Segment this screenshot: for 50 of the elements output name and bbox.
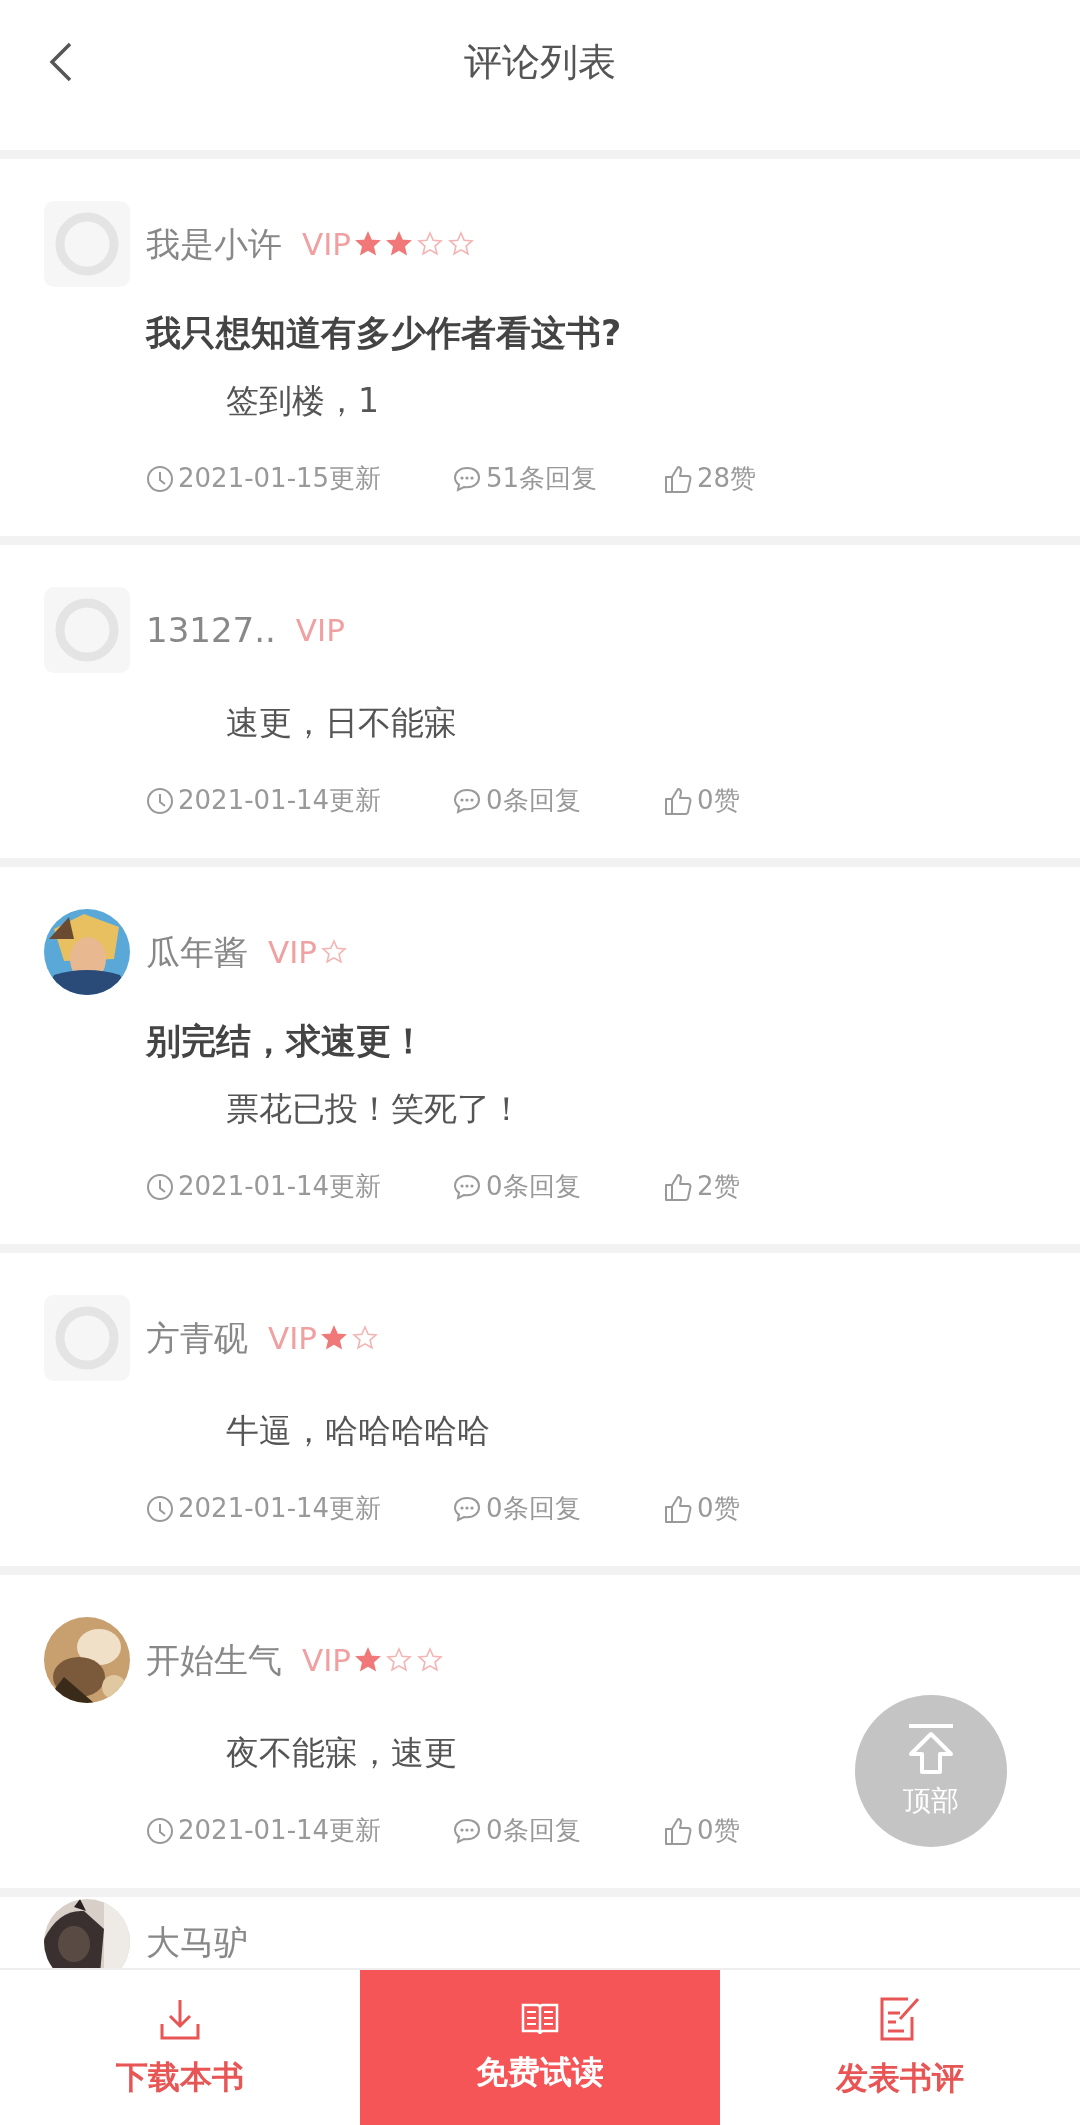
update-date: 2021-01-15更新	[178, 462, 382, 495]
comment-icon	[452, 1172, 482, 1201]
clock-icon	[146, 786, 174, 815]
vip-label: VIP	[295, 612, 345, 648]
reply-count: 0条回复	[486, 1170, 581, 1203]
comment-text: 夜不能寐，速更	[225, 1732, 457, 1774]
user-name: 瓜年酱	[146, 933, 248, 971]
user-name: 13127..	[146, 611, 276, 649]
clock-icon	[146, 464, 174, 493]
clock-icon	[146, 1494, 174, 1523]
reply-count: 51条回复	[486, 462, 598, 495]
user-name: 大马驴	[146, 1923, 248, 1961]
reply-count: 0条回复	[486, 1492, 581, 1525]
comment-title: 我只想知道有多少作者看这书?	[146, 312, 623, 355]
vip-label: VIP	[302, 226, 352, 262]
thumbs-up-icon	[663, 1815, 693, 1846]
like-count: 2赞	[697, 1170, 740, 1203]
like-count: 0赞	[697, 1492, 740, 1525]
comment-text: 票花已投！笑死了！	[225, 1088, 523, 1130]
page-title: 评论列表	[464, 39, 616, 86]
clock-icon	[146, 1816, 174, 1845]
comment-icon	[452, 1816, 482, 1845]
comment-icon	[452, 464, 482, 493]
comment-text: 牛逼，哈哈哈哈哈	[225, 1410, 490, 1452]
thumbs-up-icon	[663, 785, 693, 816]
comment-title: 别完结，求速更！	[146, 1020, 427, 1063]
update-date: 2021-01-14更新	[178, 784, 382, 817]
like-count: 28赞	[697, 462, 757, 495]
comment-text: 速更，日不能寐	[225, 702, 457, 744]
reply-count: 0条回复	[486, 1814, 581, 1847]
reply-count: 0条回复	[486, 784, 581, 817]
thumbs-up-icon	[663, 463, 693, 494]
comment-text: 签到楼，1	[225, 380, 379, 422]
comment-icon	[452, 786, 482, 815]
user-name: 开始生气	[146, 1641, 282, 1679]
update-date: 2021-01-14更新	[178, 1492, 382, 1525]
comment-icon	[452, 1494, 482, 1523]
vip-label: VIP	[302, 1642, 352, 1678]
user-name: 方青砚	[146, 1319, 248, 1357]
user-name: 我是小许	[146, 225, 282, 263]
vip-label: VIP	[268, 934, 318, 970]
update-date: 2021-01-14更新	[178, 1170, 382, 1203]
action-button[interactable]: 免费试读	[360, 1970, 720, 2125]
like-count: 0赞	[697, 1814, 740, 1847]
thumbs-up-icon	[663, 1171, 693, 1202]
vip-label: VIP	[268, 1320, 318, 1356]
like-count: 0赞	[697, 784, 740, 817]
clock-icon	[146, 1172, 174, 1201]
update-date: 2021-01-14更新	[178, 1814, 382, 1847]
thumbs-up-icon	[663, 1493, 693, 1524]
